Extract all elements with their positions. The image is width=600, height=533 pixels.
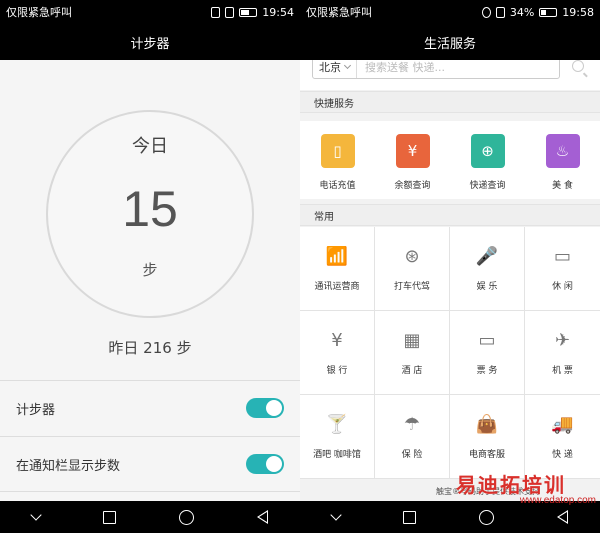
sim-icon [495, 6, 505, 18]
plane-icon: ✈ [554, 330, 571, 351]
quick-services-grid: ▯ 电话充值 ¥ 余额查询 ⊕ 快递查询 ♨ 美 食 [300, 121, 600, 199]
carrier-text: 仅限紧急呼叫 [306, 6, 372, 19]
common-item-express[interactable]: 🚚 快 递 [525, 395, 600, 479]
clock: 19:58 [562, 5, 594, 19]
umbrella-icon: ☂ [403, 414, 421, 435]
notification-steps-toggle[interactable] [246, 454, 284, 474]
common-item-bar-cafe[interactable]: 🍸 酒吧 咖啡馆 [300, 395, 375, 479]
recents-button[interactable] [102, 510, 116, 524]
home-button[interactable] [179, 509, 195, 525]
quick-item-parcel[interactable]: ⊕ 快递查询 [450, 121, 525, 199]
back-button[interactable] [557, 510, 569, 524]
home-button[interactable] [479, 509, 495, 525]
common-services-grid: 📶 通讯运营商 ⊛ 打车代驾 🎤 娱 乐 ▭ 休 闲 ¥ 银 行 ▦ 酒 店 ▭ 票 务 ✈ 机… [300, 227, 600, 479]
hide-keyboard-icon[interactable] [329, 508, 342, 521]
sim-icon [211, 6, 221, 18]
quick-item-label: 电话充值 [319, 181, 356, 191]
recents-button[interactable] [402, 510, 416, 524]
bank-icon: ¥ [331, 330, 343, 351]
back-button[interactable] [257, 510, 269, 524]
common-item-leisure[interactable]: ▭ 休 闲 [525, 227, 600, 311]
notification-steps-label: 在通知栏显示步数 [16, 458, 121, 474]
cocktail-icon: 🍸 [325, 414, 349, 435]
battery-percent: 34% [509, 5, 535, 19]
quick-services-title: 快捷服务 [300, 91, 600, 113]
common-title: 常用 [300, 204, 600, 226]
shopping-bag-icon: 👜 [475, 414, 499, 435]
page-title: 计步器 [0, 24, 300, 60]
chef-hat-icon: ♨ [545, 134, 580, 168]
microphone-icon: 🎤 [475, 246, 499, 267]
steering-wheel-icon: ⊛ [404, 246, 420, 267]
quick-item-label: 快递查询 [469, 181, 506, 191]
notification-steps-row[interactable]: 在通知栏显示步数 [0, 436, 300, 491]
common-item-tickets[interactable]: ▭ 票 务 [450, 311, 525, 395]
steps-ring: 今日 15 步 [46, 110, 254, 318]
life-services-content: 北京 搜索送餐 快递... 快捷服务 ▯ 电话充值 ¥ 余额查询 ⊕ 快递查询 [300, 60, 600, 501]
search-box[interactable]: 北京 搜索送餐 快递... [312, 60, 560, 79]
common-item-carrier[interactable]: 📶 通讯运营商 [300, 227, 375, 311]
yesterday-steps: 昨日 216 步 [108, 339, 192, 357]
truck-icon: 🚚 [551, 414, 574, 435]
status-bar: 仅限紧急呼叫 19:54 [0, 0, 300, 24]
status-bar: 仅限紧急呼叫 34% 19:58 [300, 0, 600, 24]
search-bar: 北京 搜索送餐 快递... [300, 60, 600, 90]
sim2-icon [225, 6, 235, 18]
today-label: 今日 [132, 136, 168, 157]
balance-icon: ¥ [395, 134, 430, 168]
common-item-ecommerce[interactable]: 👜 电商客服 [450, 395, 525, 479]
carrier-text: 仅限紧急呼叫 [6, 6, 72, 19]
pedometer-screen: 仅限紧急呼叫 19:54 计步器 今日 15 步 昨日 216 步 计步器 在通… [0, 0, 300, 533]
hotel-icon: ▦ [403, 330, 421, 351]
quick-item-balance[interactable]: ¥ 余额查询 [375, 121, 450, 199]
quick-item-phone-recharge[interactable]: ▯ 电话充值 [300, 121, 375, 199]
parcel-search-icon: ⊕ [470, 134, 505, 168]
pedometer-content: 今日 15 步 昨日 216 步 计步器 在通知栏显示步数 [0, 60, 300, 501]
search-input[interactable]: 搜索送餐 快递... [357, 60, 445, 75]
nav-bar [0, 501, 300, 533]
quick-item-label: 美 食 [552, 181, 573, 191]
chevron-down-icon [343, 61, 352, 69]
common-item-bank[interactable]: ¥ 银 行 [300, 311, 375, 395]
phone-icon: ▯ [320, 134, 355, 168]
wifi-icon [481, 6, 491, 18]
common-item-flights[interactable]: ✈ 机 票 [525, 311, 600, 395]
hide-keyboard-icon[interactable] [29, 508, 42, 521]
steps-count: 15 [122, 181, 178, 237]
signal-icon: 📶 [325, 246, 349, 267]
quick-item-label: 余额查询 [394, 181, 431, 191]
common-item-insurance[interactable]: ☂ 保 险 [375, 395, 450, 479]
battery-icon [539, 7, 558, 17]
pedometer-toggle-row[interactable]: 计步器 [0, 380, 300, 435]
pedometer-toggle-label: 计步器 [16, 402, 56, 418]
quick-item-food[interactable]: ♨ 美 食 [525, 121, 600, 199]
pedometer-toggle[interactable] [246, 398, 284, 418]
clock: 19:54 [262, 5, 294, 19]
common-item-entertainment[interactable]: 🎤 娱 乐 [450, 227, 525, 311]
watermark-logo: 易迪拓培训 www.edatop.com [456, 473, 596, 506]
battery-icon [239, 7, 258, 17]
steps-unit: 步 [142, 261, 158, 279]
city-selector[interactable]: 北京 [313, 60, 357, 78]
ticket-icon: ▭ [478, 330, 496, 351]
life-services-screen: 仅限紧急呼叫 34% 19:58 生活服务 北京 搜索送餐 快递... 快捷服务… [300, 0, 600, 533]
common-item-hotel[interactable]: ▦ 酒 店 [375, 311, 450, 395]
page-title: 生活服务 [300, 24, 600, 60]
common-item-taxi[interactable]: ⊛ 打车代驾 [375, 227, 450, 311]
search-icon[interactable] [572, 60, 584, 72]
video-icon: ▭ [553, 246, 571, 267]
list-divider [0, 491, 300, 501]
city-name: 北京 [319, 60, 341, 74]
